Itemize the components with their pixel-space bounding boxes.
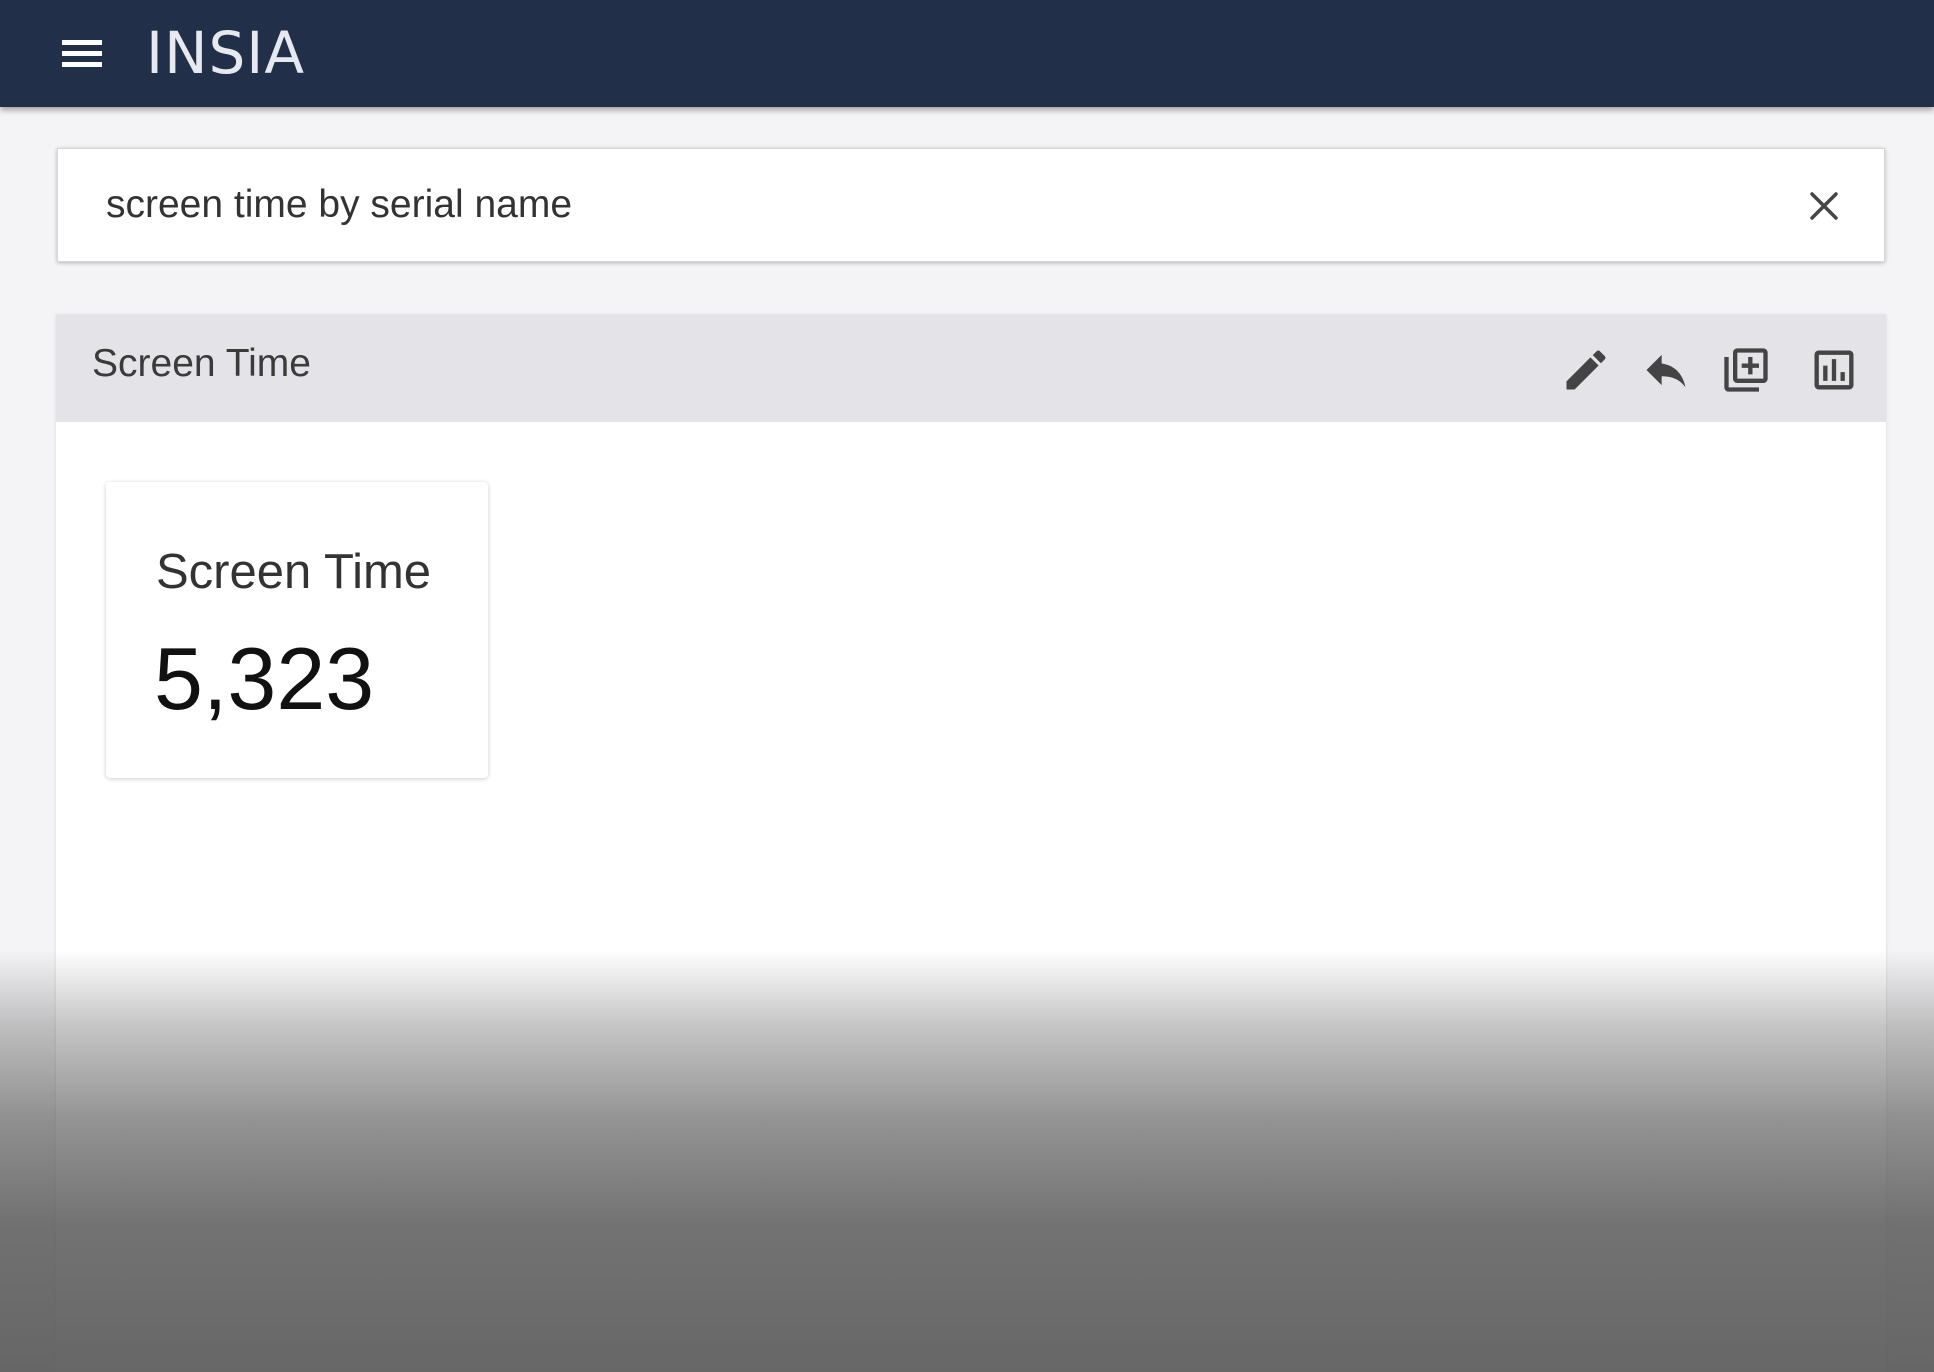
- edit-icon: [1566, 350, 1606, 390]
- kpi-value: 5,323: [154, 629, 375, 728]
- hamburger-menu-button[interactable]: [58, 34, 106, 74]
- chart-icon: [1814, 350, 1854, 390]
- result-panel-header: Screen Time: [56, 314, 1886, 422]
- edit-button[interactable]: [1560, 344, 1612, 396]
- search-input[interactable]: [106, 149, 1746, 261]
- chart-view-button[interactable]: [1808, 344, 1860, 396]
- top-app-bar: INSIA: [0, 0, 1934, 107]
- menu-icon: [62, 40, 102, 67]
- clear-search-button[interactable]: [1804, 186, 1844, 226]
- result-panel: Screen Time Screen Time 5,323: [56, 314, 1886, 1372]
- result-title: Screen Time: [92, 342, 311, 385]
- close-icon: [1810, 192, 1838, 220]
- kpi-label: Screen Time: [156, 545, 432, 599]
- add-to-dashboard-button[interactable]: [1720, 344, 1772, 396]
- undo-button[interactable]: [1640, 344, 1692, 396]
- kpi-card[interactable]: Screen Time 5,323: [106, 482, 488, 778]
- undo-icon: [1646, 354, 1686, 388]
- add-to-dashboard-icon: [1724, 348, 1768, 392]
- app-logo[interactable]: INSIA: [146, 18, 305, 88]
- search-bar: [57, 148, 1885, 262]
